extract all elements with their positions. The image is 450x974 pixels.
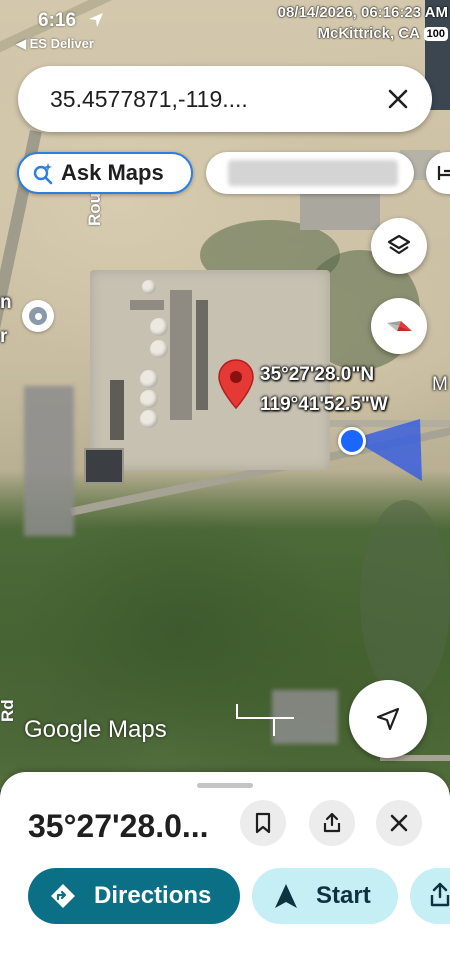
compass-button[interactable] [371, 298, 427, 354]
storage-tank [140, 370, 158, 388]
building [196, 300, 208, 410]
layers-icon [387, 234, 411, 255]
back-to-app-link[interactable]: ◀ ES Deliver [16, 36, 94, 52]
navigation-start-icon [275, 884, 297, 908]
share-icon [323, 812, 341, 833]
clear-search-button[interactable] [382, 83, 414, 115]
building [130, 300, 164, 310]
pin-latitude: 35°27'28.0"N [260, 364, 375, 385]
sparkle-search-icon [33, 163, 53, 185]
road-label: Rd [0, 699, 17, 722]
navigation-arrow-icon [376, 707, 400, 731]
share-icon [430, 882, 450, 907]
start-label: Start [316, 882, 371, 909]
road-label: Rou [85, 192, 104, 226]
storage-tank [150, 318, 168, 336]
search-query[interactable]: 35.4577871,-119.... [50, 86, 248, 113]
place-marker-icon[interactable] [22, 300, 54, 332]
save-button[interactable] [240, 800, 286, 846]
redacted-label [24, 386, 74, 536]
pond [84, 448, 124, 484]
battery-indicator: 100 [423, 27, 448, 41]
my-location-button[interactable] [349, 680, 427, 758]
sheet-drag-handle[interactable] [197, 783, 253, 788]
place-label: n [0, 292, 12, 313]
pin-coordinates-label: 35°27'28.0"N 119°41'52.5"W [260, 360, 388, 420]
map-scale-bar [236, 704, 294, 736]
screen: Rou Rd n r M 35°27'28.0"N 119°41'52.5"W … [0, 0, 450, 974]
my-location-dot [338, 427, 366, 455]
storage-tank [140, 390, 158, 408]
google-maps-attribution: Google Maps [24, 716, 167, 743]
dropped-pin-icon[interactable] [217, 358, 255, 410]
storage-tank [142, 280, 156, 294]
place-bottom-sheet[interactable]: 35°27'28.0... Directions Start [0, 772, 450, 974]
scrub-patch [360, 500, 450, 700]
place-label: r [0, 326, 8, 347]
location-services-icon [89, 13, 103, 27]
building [170, 290, 192, 420]
share-button[interactable] [309, 800, 355, 846]
layers-button[interactable] [371, 218, 427, 274]
directions-label: Directions [94, 882, 212, 909]
directions-icon [51, 884, 75, 908]
directions-button[interactable]: Directions [28, 868, 240, 924]
place-title: 35°27'28.0... [28, 808, 209, 844]
compass-icon [387, 321, 412, 331]
bed-icon [437, 166, 450, 180]
timestamp-datetime: 08/14/2026, 06:16:23 AM [277, 4, 448, 21]
timestamp-overlay: 08/14/2026, 06:16:23 AM McKittrick, CA 1… [278, 2, 448, 44]
ask-maps-chip[interactable]: Ask Maps [17, 152, 193, 194]
bookmark-icon [255, 812, 271, 834]
redacted-chip[interactable] [206, 152, 414, 194]
place-label: M [432, 374, 448, 395]
storage-tank [150, 340, 168, 358]
search-bar[interactable]: 35.4577871,-119.... [18, 66, 432, 132]
ask-maps-label: Ask Maps [61, 160, 164, 185]
redacted-chip-content [228, 160, 398, 186]
storage-tank [140, 410, 158, 428]
close-sheet-button[interactable] [376, 800, 422, 846]
road [0, 0, 237, 70]
building [110, 380, 124, 440]
close-icon [390, 814, 408, 832]
timestamp-location: McKittrick, CA [317, 25, 420, 42]
status-time: 6:16 [38, 10, 77, 31]
share-place-button[interactable] [410, 868, 450, 924]
start-navigation-button[interactable]: Start [252, 868, 398, 924]
pin-longitude: 119°41'52.5"W [260, 394, 388, 415]
close-icon [388, 89, 408, 109]
timestamp-location-row: McKittrick, CA 100 [278, 23, 448, 44]
